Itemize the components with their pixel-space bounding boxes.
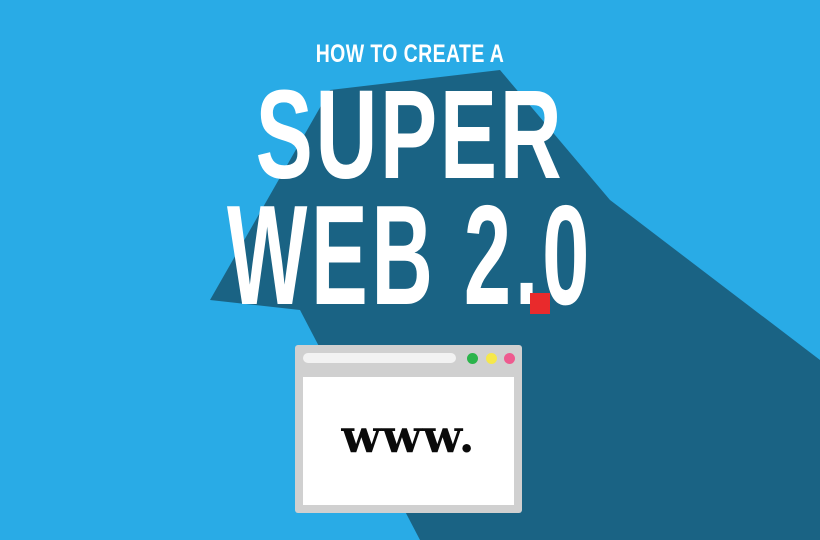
yellow-window-button-icon [486,353,497,364]
pink-window-button-icon [504,353,515,364]
browser-window-illustration: www. [295,345,522,513]
www-text: www. [341,409,476,463]
address-bar [303,353,456,363]
poster: HOW TO CREATE A SUPER WEB 2.0 www. [0,0,820,540]
headline-line-2: WEB 2.0 [226,176,594,335]
browser-viewport: www. [303,377,514,505]
red-decimal-dot [530,293,550,314]
green-window-button-icon [467,353,478,364]
